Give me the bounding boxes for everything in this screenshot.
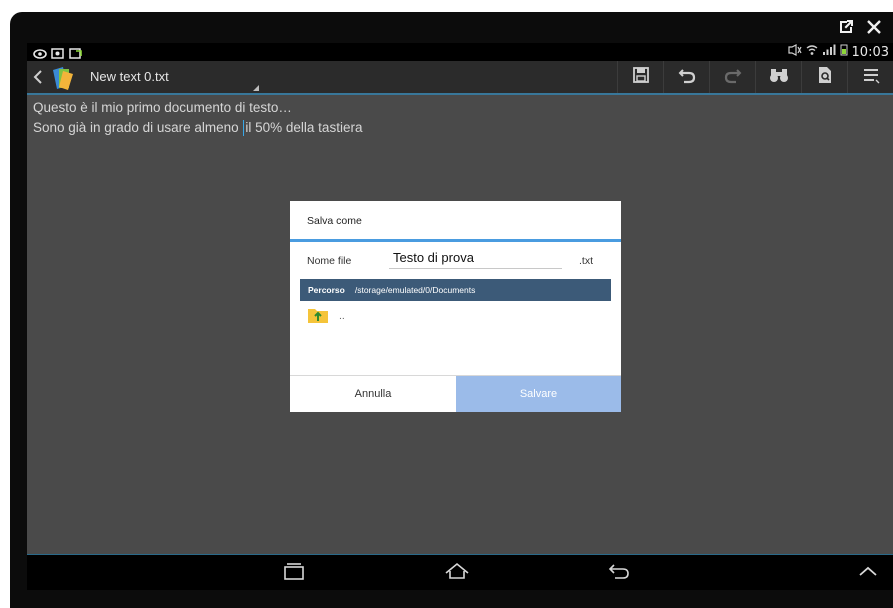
redo-tool-button[interactable] [709, 61, 755, 93]
recent-apps-icon[interactable] [282, 561, 306, 585]
app-logo-icon[interactable] [49, 66, 75, 90]
editor-text: il 50% della tastiera [245, 120, 363, 135]
document-search-icon [816, 66, 834, 88]
editor-text: Sono già in grado di usare almeno [33, 120, 243, 135]
parent-folder-label: .. [339, 311, 345, 322]
save-tool-button[interactable] [617, 61, 663, 93]
navigation-bar [27, 554, 893, 590]
dialog-title: Salva come [307, 215, 362, 227]
document-title[interactable]: New text 0.txt [90, 69, 169, 84]
binoculars-icon [769, 66, 789, 88]
window-frame: 10:03 New text 0.txt Questo è il mio pri… [0, 0, 893, 608]
dropdown-indicator-icon [253, 85, 259, 91]
path-label: Percorso [308, 285, 345, 295]
toolbar [617, 61, 893, 93]
undo-icon [678, 66, 696, 88]
clock: 10:03 [851, 44, 889, 60]
dialog-title-divider [290, 239, 621, 242]
back-icon[interactable] [33, 69, 43, 88]
extension-label: .txt [579, 255, 594, 267]
path-bar: Percorso /storage/emulated/0/Documents [300, 279, 611, 301]
editor-line: Sono già in grado di usare almeno il 50%… [33, 118, 362, 138]
save-as-dialog: Salva come Nome file .txt Percorso /stor… [290, 201, 621, 412]
overflow-menu-button[interactable] [847, 61, 893, 93]
tablet-screen: 10:03 New text 0.txt Questo è il mio pri… [27, 43, 893, 590]
dialog-buttons: Annulla Salvare [290, 375, 621, 412]
mute-icon [787, 44, 802, 60]
wifi-icon [806, 44, 818, 60]
back-nav-icon[interactable] [607, 561, 631, 585]
editor-line: Questo è il mio primo documento di testo… [33, 100, 292, 115]
redo-icon [724, 66, 742, 88]
signal-icon [822, 44, 836, 60]
battery-icon [840, 44, 848, 60]
path-value: /storage/emulated/0/Documents [354, 285, 476, 295]
close-icon[interactable] [865, 18, 883, 36]
external-window-icon[interactable] [837, 18, 855, 36]
action-bar: New text 0.txt [27, 61, 893, 95]
save-button[interactable]: Salvare [456, 376, 621, 412]
text-editor[interactable]: Questo è il mio primo documento di testo… [33, 98, 362, 138]
undo-tool-button[interactable] [663, 61, 709, 93]
status-bar: 10:03 [27, 43, 893, 61]
parent-folder-item[interactable]: .. [307, 306, 345, 327]
home-icon[interactable] [444, 561, 470, 585]
filename-input[interactable] [389, 247, 562, 269]
find-tool-button[interactable] [755, 61, 801, 93]
save-icon [632, 66, 650, 88]
filename-label: Nome file [307, 255, 352, 267]
document-tool-button[interactable] [801, 61, 847, 93]
menu-icon [862, 66, 880, 88]
folder-up-icon [307, 306, 329, 327]
chevron-up-icon[interactable] [857, 561, 879, 585]
window-controls [837, 18, 883, 36]
cancel-button[interactable]: Annulla [290, 376, 456, 412]
